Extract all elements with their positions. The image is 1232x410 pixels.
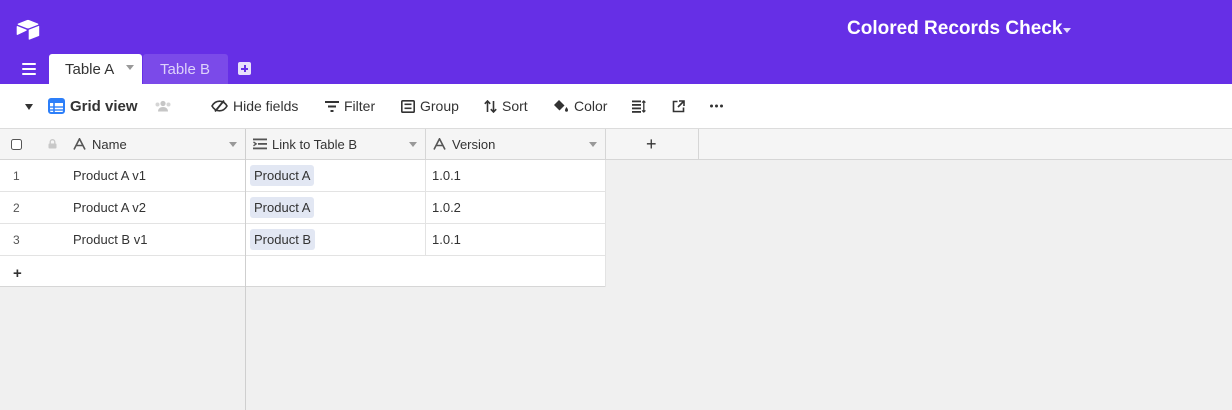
cell-divider: [425, 160, 426, 191]
frozen-header-row: Name: [0, 129, 245, 160]
row-number: 3: [13, 233, 20, 247]
text-icon: [73, 138, 86, 150]
tab-table-b[interactable]: Table B: [143, 54, 228, 84]
column-menu-caret-icon[interactable]: [589, 142, 597, 147]
add-row-button[interactable]: +: [0, 256, 245, 287]
hide-fields-label: Hide fields: [233, 98, 299, 114]
airtable-logo-icon[interactable]: [16, 19, 40, 41]
column-header-name[interactable]: Name: [73, 129, 127, 159]
sort-arrows-icon: [484, 99, 497, 113]
name-cell[interactable]: Product A v2: [73, 200, 146, 215]
row-number: 1: [13, 169, 20, 183]
filter-label: Filter: [344, 98, 376, 114]
base-menu-caret-icon[interactable]: [1063, 28, 1071, 33]
version-cell[interactable]: 1.0.2: [432, 200, 461, 215]
row-height-icon: [632, 99, 646, 113]
column-title: Version: [452, 136, 496, 152]
grid-view-icon: [48, 98, 65, 114]
table-row[interactable]: 1 Product A v1: [0, 160, 245, 192]
linked-record-pill[interactable]: Product B: [250, 229, 316, 250]
eye-slash-icon: [211, 100, 228, 112]
top-bar: Colored Records Check Table A Table B: [0, 0, 1232, 84]
tab-label: Table B: [160, 60, 211, 78]
view-name: Grid view: [70, 97, 138, 115]
column-divider: [698, 129, 699, 159]
tab-table-a[interactable]: Table A: [49, 54, 142, 84]
add-row-area[interactable]: [246, 256, 605, 287]
view-toolbar: Grid view Hide fields Filter Group Sort …: [0, 84, 1232, 129]
column-header-version[interactable]: Version: [433, 129, 495, 159]
table-row[interactable]: 3 Product B v1: [0, 224, 245, 256]
column-menu-caret-icon[interactable]: [229, 142, 237, 147]
column-title: Link to Table B: [272, 136, 358, 152]
cell-divider: [425, 192, 426, 223]
select-all-checkbox[interactable]: [11, 129, 22, 159]
filter-icon: [325, 100, 339, 112]
add-table-icon[interactable]: [238, 62, 251, 75]
row-number: 2: [13, 201, 20, 215]
collaborators-icon[interactable]: [154, 84, 177, 128]
cell-divider: [425, 224, 426, 255]
paint-bucket-icon: [554, 100, 568, 112]
version-cell[interactable]: 1.0.1: [432, 168, 461, 183]
more-options-button[interactable]: [710, 84, 728, 128]
column-divider[interactable]: [605, 129, 606, 159]
filter-button[interactable]: Filter: [325, 84, 375, 128]
group-button[interactable]: Group: [401, 84, 459, 128]
checkbox-icon: [11, 138, 22, 150]
ellipsis-icon: [710, 104, 723, 108]
row-height-button[interactable]: [632, 84, 651, 128]
text-icon: [433, 138, 446, 150]
sort-label: Sort: [502, 98, 528, 114]
grid-edge: [605, 160, 606, 287]
base-title[interactable]: Colored Records Check: [847, 18, 1062, 40]
group-icon: [401, 99, 415, 113]
group-label: Group: [420, 98, 459, 114]
column-header-link[interactable]: Link to Table B: [253, 129, 357, 159]
tab-label: Table A: [65, 60, 115, 78]
color-label: Color: [574, 98, 608, 114]
sort-button[interactable]: Sort: [484, 84, 528, 128]
add-row-icon: +: [13, 265, 22, 282]
header-row: Link to Table B Version +: [246, 129, 1232, 160]
hamburger-menu-icon[interactable]: [22, 63, 36, 75]
table-row[interactable]: Product B 1.0.1: [246, 224, 605, 256]
add-column-button[interactable]: +: [646, 129, 657, 159]
linked-record-pill[interactable]: Product A: [250, 165, 315, 186]
linked-record-pill[interactable]: Product A: [250, 197, 315, 218]
share-external-icon: [672, 99, 685, 112]
view-switcher[interactable]: Grid view: [48, 84, 138, 128]
view-list-toggle-icon[interactable]: [25, 104, 33, 110]
hide-fields-button[interactable]: Hide fields: [211, 84, 298, 128]
link-record-icon: [253, 138, 267, 150]
column-divider[interactable]: [425, 129, 426, 159]
share-view-button[interactable]: [672, 84, 690, 128]
version-cell[interactable]: 1.0.1: [432, 232, 461, 247]
column-title: Name: [92, 136, 127, 152]
table-row[interactable]: Product A 1.0.2: [246, 192, 605, 224]
table-row[interactable]: Product A 1.0.1: [246, 160, 605, 192]
name-cell[interactable]: Product B v1: [73, 232, 147, 247]
lock-icon: [48, 129, 57, 159]
column-menu-caret-icon[interactable]: [409, 142, 417, 147]
people-icon: [155, 100, 171, 112]
tab-caret-icon[interactable]: [126, 65, 134, 70]
table-row[interactable]: 2 Product A v2: [0, 192, 245, 224]
add-column-icon: +: [646, 133, 657, 154]
name-cell[interactable]: Product A v1: [73, 168, 146, 183]
color-button[interactable]: Color: [553, 84, 607, 128]
